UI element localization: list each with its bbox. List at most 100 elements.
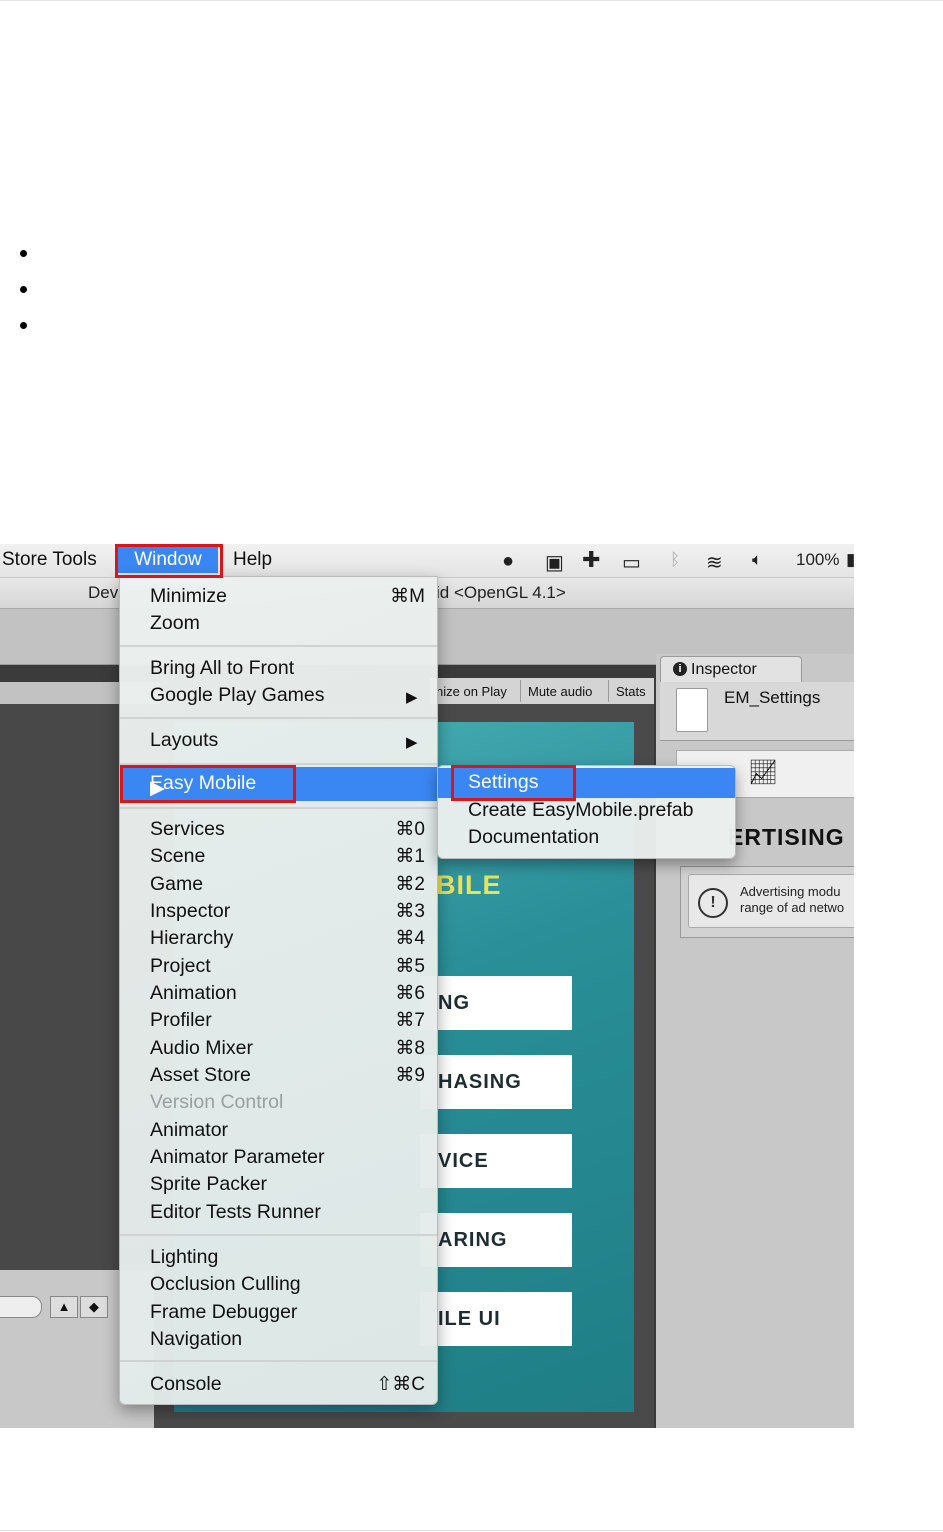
- game-button[interactable]: NG: [420, 976, 572, 1030]
- game-button-label: HASING: [438, 1071, 522, 1093]
- page-bottom-rule: [0, 1530, 943, 1531]
- title-fragment-right: id <OpenGL 4.1>: [436, 583, 566, 602]
- window-dropdown-menu: Minimize ⌘M Zoom Bring All to Front Goog…: [119, 576, 438, 1405]
- shortcut: ⌘8: [395, 1038, 425, 1059]
- highlight-box-window: [115, 544, 223, 578]
- battery-icon[interactable]: ▮: [846, 550, 854, 570]
- submenu-arrow-icon: ▶: [406, 689, 418, 706]
- menu-item-profiler[interactable]: Profiler: [150, 1009, 212, 1032]
- file-icon: [676, 688, 708, 732]
- asset-name: EM_Settings: [724, 688, 821, 707]
- shortcut: ⌘3: [395, 901, 425, 922]
- menu-item-layouts[interactable]: Layouts: [150, 729, 218, 752]
- tab-inspector[interactable]: i Inspector: [660, 656, 802, 683]
- shortcut: ⌘6: [395, 983, 425, 1004]
- bullet-dot: [20, 250, 27, 257]
- bullet-dot: [20, 286, 27, 293]
- display-icon[interactable]: ▭: [622, 550, 641, 575]
- menu-item-animation[interactable]: Animation: [150, 982, 237, 1005]
- game-button[interactable]: ARING: [420, 1213, 572, 1267]
- chart-icon[interactable]: 📈︎: [748, 758, 778, 787]
- filter-type-button[interactable]: ▲: [50, 1296, 78, 1318]
- volume-icon[interactable]: 🔈︎: [752, 550, 762, 570]
- menu-item-minimize[interactable]: Minimize: [150, 585, 227, 608]
- menu-item-hierarchy[interactable]: Hierarchy: [150, 927, 233, 950]
- warning-icon: !: [698, 888, 728, 918]
- menu-item-bring-all-to-front[interactable]: Bring All to Front: [150, 657, 294, 680]
- game-button[interactable]: HASING: [420, 1055, 572, 1109]
- highlight-box-easy-mobile: [120, 765, 296, 803]
- game-button[interactable]: VICE: [420, 1134, 572, 1188]
- shortcut-console: ⇧⌘C: [376, 1374, 425, 1395]
- bookmark-icon[interactable]: ▣: [545, 550, 564, 575]
- unity-screenshot: Store Tools Window Help ● ▣ ✚ ▭ ᛒ ≋ 🔈︎ 1…: [0, 544, 854, 1428]
- menu-item-version-control: Version Control: [150, 1091, 284, 1113]
- page-top-rule: [0, 0, 943, 1]
- game-button-label: ILE UI: [438, 1308, 501, 1330]
- maximize-on-play-toggle[interactable]: nize on Play: [436, 684, 507, 699]
- menu-item-editor-tests-runner[interactable]: Editor Tests Runner: [150, 1201, 321, 1224]
- menu-separator: [120, 1234, 437, 1236]
- section-title: ERTISING: [728, 824, 845, 850]
- menu-item-inspector[interactable]: Inspector: [150, 900, 230, 923]
- inspector-tab-label: Inspector: [691, 661, 757, 678]
- menu-item-scene[interactable]: Scene: [150, 845, 205, 868]
- title-fragment-left: Dev: [88, 583, 119, 602]
- toolbar-divider: [608, 680, 609, 702]
- info-text: Advertising modu range of ad netwo: [740, 884, 844, 916]
- shortcut: ⌘5: [395, 956, 425, 977]
- game-view-toolbar: nize on Play Mute audio Stats: [430, 678, 654, 705]
- shortcut: ⌘7: [395, 1010, 425, 1031]
- shortcut: ⌘2: [395, 874, 425, 895]
- bullet-dot: [20, 322, 27, 329]
- menu-item-asset-store[interactable]: Asset Store: [150, 1064, 251, 1087]
- stats-toggle[interactable]: Stats: [616, 684, 646, 699]
- game-button-label: ARING: [438, 1229, 508, 1251]
- menu-separator: [120, 807, 437, 809]
- menu-item-animator[interactable]: Animator: [150, 1119, 228, 1142]
- battery-percent[interactable]: 100%: [796, 550, 839, 570]
- game-button[interactable]: ILE UI: [420, 1292, 572, 1346]
- submenu-item-documentation[interactable]: Documentation: [468, 826, 599, 849]
- plus-icon[interactable]: ✚: [582, 547, 600, 573]
- menu-help[interactable]: Help: [233, 549, 272, 571]
- menu-item-game[interactable]: Game: [150, 873, 203, 896]
- menu-item-zoom[interactable]: Zoom: [150, 612, 200, 635]
- shortcut: ⌘0: [395, 819, 425, 840]
- menu-item-frame-debugger[interactable]: Frame Debugger: [150, 1301, 297, 1324]
- menu-item-lighting[interactable]: Lighting: [150, 1246, 218, 1269]
- menu-item-audio-mixer[interactable]: Audio Mixer: [150, 1037, 253, 1060]
- submenu-item-create-prefab[interactable]: Create EasyMobile.prefab: [468, 799, 693, 822]
- menu-item-navigation[interactable]: Navigation: [150, 1328, 242, 1351]
- menu-separator: [120, 1360, 437, 1362]
- menu-item-console[interactable]: Console: [150, 1373, 222, 1396]
- shortcut-minimize: ⌘M: [390, 586, 425, 607]
- info-text-line: range of ad netwo: [740, 900, 845, 915]
- mute-audio-toggle[interactable]: Mute audio: [528, 684, 592, 699]
- menu-item-occlusion-culling[interactable]: Occlusion Culling: [150, 1273, 301, 1296]
- project-search-input[interactable]: [0, 1296, 42, 1318]
- shortcut: ⌘4: [395, 928, 425, 949]
- tag-icon[interactable]: ◆: [80, 1296, 108, 1318]
- wifi-icon[interactable]: ≋: [706, 550, 723, 575]
- info-icon: i: [673, 662, 687, 676]
- game-button-label: NG: [438, 992, 470, 1014]
- bullet-list: [20, 250, 27, 358]
- game-button-label: VICE: [438, 1150, 489, 1172]
- info-text-line: Advertising modu: [740, 884, 841, 899]
- menu-item-project[interactable]: Project: [150, 955, 211, 978]
- menu-store-tools[interactable]: Store Tools: [2, 549, 97, 571]
- menu-item-services[interactable]: Services: [150, 818, 225, 841]
- shortcut: ⌘1: [395, 846, 425, 867]
- menu-separator: [120, 717, 437, 719]
- highlight-box-settings: [451, 765, 576, 801]
- toolbar-divider: [520, 680, 521, 702]
- menu-item-sprite-packer[interactable]: Sprite Packer: [150, 1173, 267, 1196]
- shortcut: ⌘9: [395, 1065, 425, 1086]
- incognito-icon[interactable]: ●: [502, 550, 514, 573]
- bluetooth-icon[interactable]: ᛒ: [670, 550, 680, 570]
- game-logo-text: BILE: [436, 870, 502, 900]
- menu-item-google-play-games[interactable]: Google Play Games: [150, 684, 325, 707]
- menu-item-animator-parameter[interactable]: Animator Parameter: [150, 1146, 324, 1169]
- submenu-arrow-icon: ▶: [406, 734, 418, 751]
